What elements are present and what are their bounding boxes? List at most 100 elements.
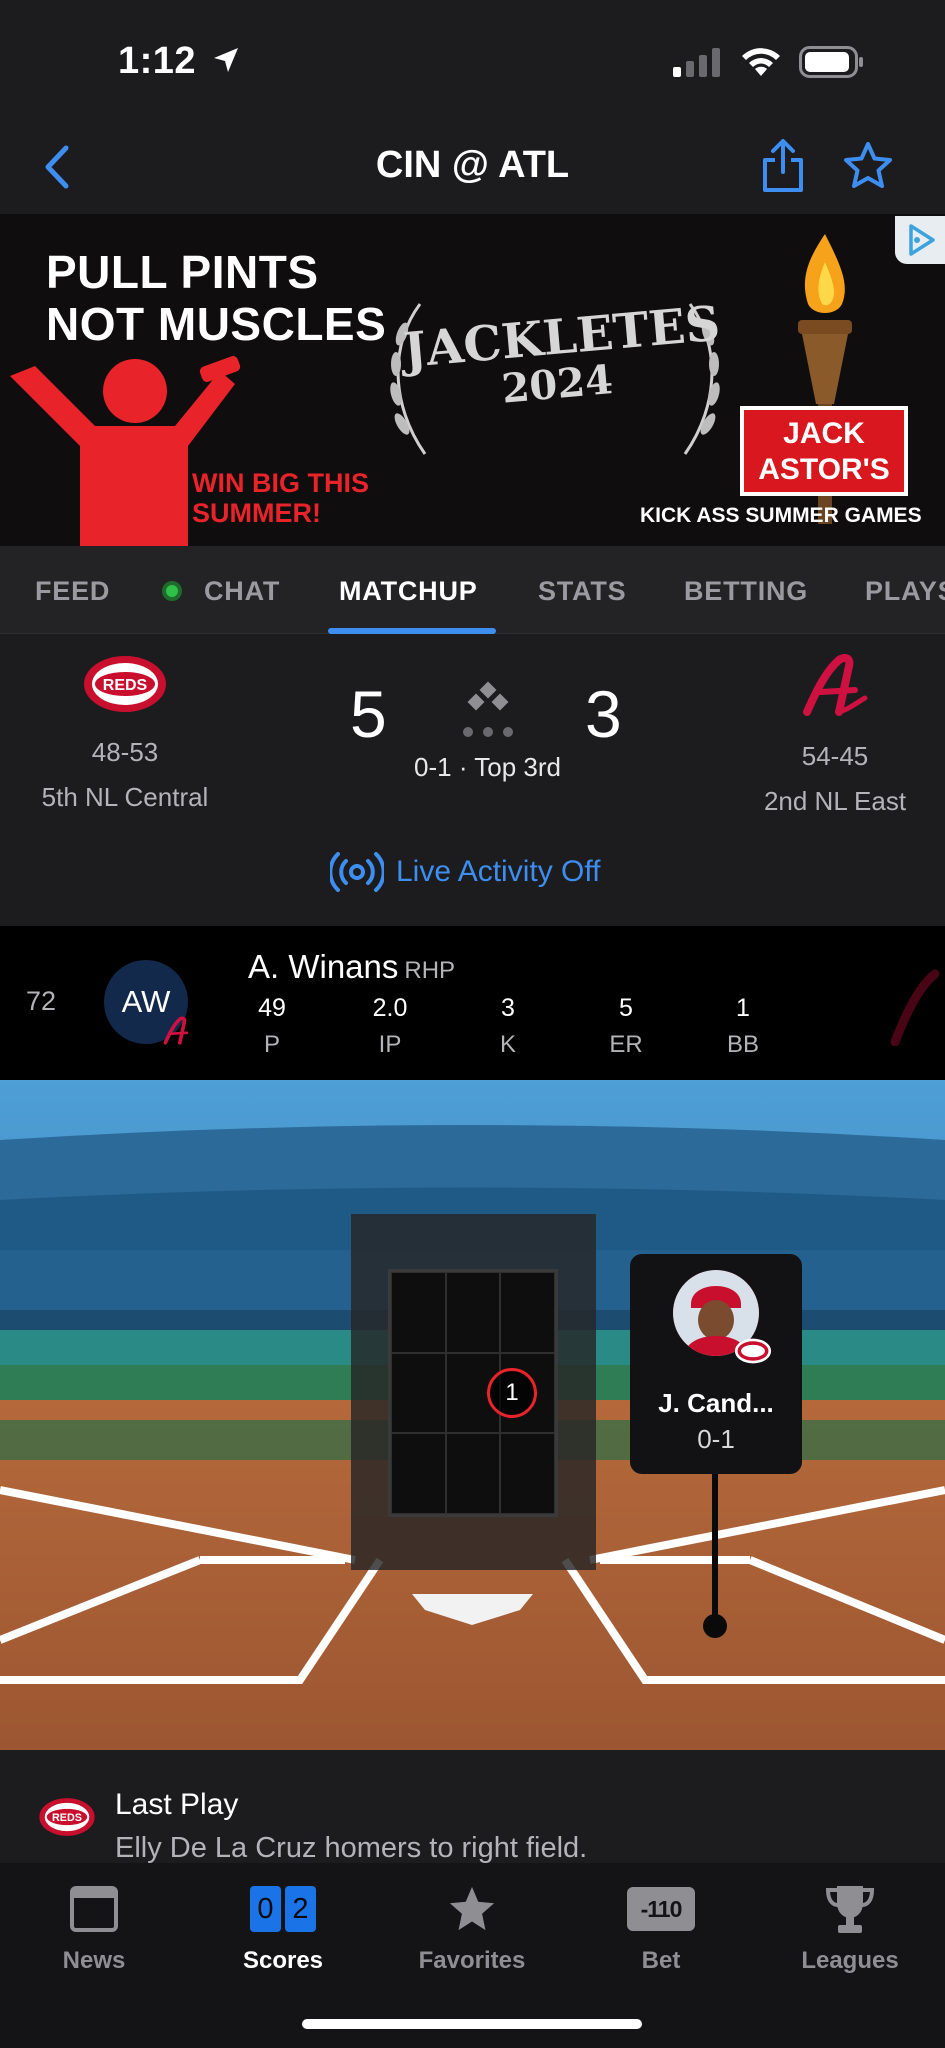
zone-cell bbox=[391, 1272, 446, 1353]
tabbar-scores-label: Scores bbox=[242, 1947, 324, 1974]
ad-choices-icon[interactable] bbox=[895, 216, 945, 264]
stat-label: K bbox=[499, 1031, 516, 1058]
away-team-standing: 5th NL Central bbox=[41, 782, 209, 812]
pitcher-stat-walks: 1 BB bbox=[703, 994, 783, 1059]
ad-win-text: WIN BIG THIS SUMMER! bbox=[192, 468, 369, 528]
last-play-text: Elly De La Cruz homers to right field. bbox=[115, 1832, 588, 1863]
pitcher-stat-innings: 2.0 IP bbox=[350, 994, 430, 1059]
tab-betting[interactable]: BETTING bbox=[684, 576, 808, 607]
pitch-count: 72 bbox=[26, 986, 57, 1016]
ad-choices-triangle-icon bbox=[909, 224, 935, 256]
stat-label: BB bbox=[726, 1031, 759, 1058]
away-team[interactable]: REDS 48-53 5th NL Central bbox=[0, 654, 250, 813]
stat-value: 5 bbox=[619, 994, 633, 1022]
tab-plays[interactable]: PLAYS bbox=[865, 576, 945, 607]
ad-win-line2: SUMMER! bbox=[192, 498, 321, 528]
scores-icon-digit: 2 bbox=[285, 1886, 316, 1932]
batter-name: J. Cand... bbox=[658, 1388, 774, 1418]
tab-chat[interactable]: CHAT bbox=[162, 576, 280, 607]
away-team-record: 48-53 bbox=[91, 737, 159, 767]
pitcher-name: A. Winans RHP bbox=[248, 948, 455, 986]
tabbar-bet-label: Bet bbox=[641, 1947, 681, 1974]
status-time: 1:12 bbox=[118, 40, 241, 83]
zone-cell bbox=[391, 1352, 446, 1434]
home-team-record: 54-45 bbox=[801, 741, 869, 771]
scores-icon: 0 2 bbox=[250, 1886, 316, 1932]
location-arrow-icon bbox=[214, 48, 239, 72]
tabbar-leagues-icon-wrap bbox=[770, 1881, 930, 1937]
reds-logo-icon: REDS bbox=[39, 1798, 95, 1836]
pitcher-name-text: A. Winans bbox=[248, 948, 399, 985]
pitcher-panel[interactable]: 72 AW A. Winans RHP 49 P 2.0 IP 3 K 5 ER … bbox=[0, 926, 945, 1080]
braves-watermark-icon bbox=[890, 969, 940, 1046]
tabbar-favorites-icon-wrap bbox=[392, 1881, 552, 1937]
broadcast-icon bbox=[330, 852, 384, 892]
last-play-card[interactable]: REDS Last Play Elly De La Cruz homers to… bbox=[0, 1750, 945, 1863]
bet-odds-icon: -110 bbox=[627, 1887, 695, 1931]
braves-logo-icon bbox=[803, 654, 868, 716]
reds-logo-icon: REDS bbox=[84, 656, 166, 712]
ad-brand-line1: JACK bbox=[783, 417, 865, 450]
batter-count: 0-1 bbox=[697, 1424, 735, 1454]
tabbar-bet-icon-wrap: -110 bbox=[581, 1881, 741, 1937]
ad-tagline: KICK ASS SUMMER GAMES bbox=[640, 504, 922, 527]
tabbar-favorites[interactable]: Favorites bbox=[392, 1881, 552, 1975]
pitcher-stat-earned-runs: 5 ER bbox=[586, 994, 666, 1059]
reds-logo-text: REDS bbox=[103, 677, 148, 694]
pitcher-stat-pitches: 49 P bbox=[232, 994, 312, 1059]
tab-feed[interactable]: FEED bbox=[35, 576, 110, 607]
game-tabs: FEED CHAT MATCHUP STATS BETTING PLAYS bbox=[0, 546, 945, 634]
stat-value: 3 bbox=[501, 994, 515, 1022]
home-indicator[interactable] bbox=[302, 2019, 642, 2029]
field-view bbox=[0, 1080, 945, 1750]
pitch-location-marker[interactable]: 1 bbox=[487, 1368, 537, 1418]
batter-position-dot bbox=[703, 1614, 727, 1638]
last-play-title: Last Play bbox=[115, 1788, 239, 1821]
scores-icon-digit: 0 bbox=[250, 1886, 281, 1932]
ad-banner[interactable]: PULL PINTS NOT MUSCLES WIN BIG THIS SUMM… bbox=[0, 214, 945, 546]
pitcher-position: RHP bbox=[404, 957, 456, 984]
batter-card[interactable]: J. Cand... 0-1 bbox=[630, 1254, 802, 1474]
tabbar-leagues-label: Leagues bbox=[801, 1947, 899, 1974]
zone-cell bbox=[500, 1433, 555, 1514]
live-activity-label: Live Activity Off bbox=[396, 855, 601, 888]
away-score: 5 bbox=[350, 677, 387, 751]
status-icons bbox=[673, 46, 865, 78]
ad-brand-line2: ASTOR'S bbox=[758, 453, 890, 486]
ad-headline-line2: NOT MUSCLES bbox=[46, 298, 387, 350]
tabbar-bet[interactable]: -110 Bet bbox=[581, 1881, 741, 1975]
stat-value: 49 bbox=[258, 994, 286, 1022]
battery-icon bbox=[799, 46, 863, 78]
tab-chat-label: CHAT bbox=[204, 576, 281, 606]
trophy-icon bbox=[825, 1886, 875, 1933]
home-score: 3 bbox=[585, 677, 622, 751]
zone-cell bbox=[391, 1433, 446, 1514]
live-chat-dot-icon bbox=[162, 581, 182, 601]
tabbar-leagues[interactable]: Leagues bbox=[770, 1881, 930, 1975]
stat-label: ER bbox=[609, 1031, 643, 1058]
tabbar-news-icon-wrap bbox=[14, 1881, 174, 1937]
tabbar-favorites-label: Favorites bbox=[418, 1947, 526, 1974]
tabbar-news-label: News bbox=[62, 1947, 126, 1974]
home-team-standing: 2nd NL East bbox=[763, 786, 907, 816]
home-team[interactable]: 54-45 2nd NL East bbox=[710, 654, 945, 817]
stat-value: 1 bbox=[736, 994, 750, 1022]
ad-win-line1: WIN BIG THIS bbox=[192, 468, 369, 498]
braves-small-logo-icon bbox=[163, 1016, 189, 1045]
share-icon[interactable] bbox=[760, 138, 806, 194]
live-activity-toggle[interactable]: Live Activity Off bbox=[330, 852, 601, 892]
tabbar-news[interactable]: News bbox=[14, 1881, 174, 1975]
reds-logo-text: REDS bbox=[52, 1812, 82, 1824]
status-time-text: 1:12 bbox=[118, 40, 197, 82]
stat-value: 2.0 bbox=[372, 994, 408, 1022]
batter-position-pole bbox=[712, 1474, 718, 1626]
tabbar-scores[interactable]: 0 2 Scores bbox=[203, 1881, 363, 1975]
favorite-star-icon[interactable] bbox=[842, 140, 894, 192]
stat-label: IP bbox=[378, 1031, 402, 1058]
reds-badge-icon bbox=[734, 1338, 772, 1364]
base-runners-icon bbox=[463, 681, 513, 737]
tab-stats[interactable]: STATS bbox=[538, 576, 627, 607]
tab-matchup[interactable]: MATCHUP bbox=[339, 576, 478, 607]
stat-label: P bbox=[263, 1031, 280, 1058]
tabbar-scores-icon-wrap: 0 2 bbox=[203, 1881, 363, 1937]
